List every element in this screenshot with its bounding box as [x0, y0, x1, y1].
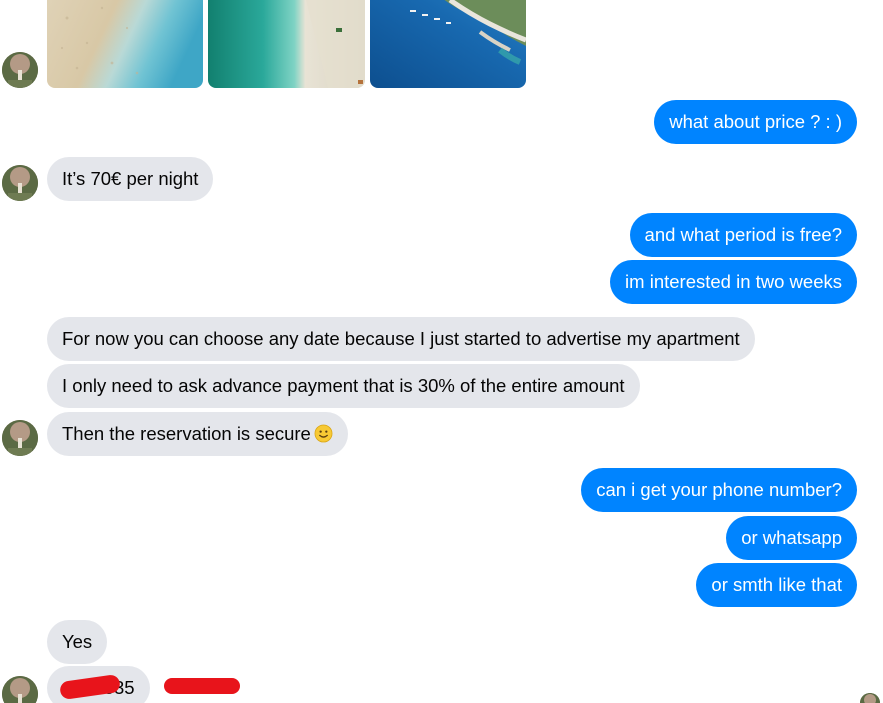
contact-avatar[interactable]	[2, 676, 38, 703]
outgoing-message[interactable]: im interested in two weeks	[610, 260, 857, 304]
outgoing-message[interactable]: and what period is free?	[629, 213, 857, 257]
incoming-message[interactable]: For now you can choose any date because …	[47, 317, 755, 361]
incoming-message[interactable]: Then the reservation is secure	[47, 412, 348, 456]
beach-sand-photo[interactable]	[47, 0, 203, 88]
incoming-message[interactable]: Yes	[47, 620, 108, 664]
redaction-mark	[164, 678, 240, 694]
seen-receipt-avatar	[860, 693, 880, 703]
incoming-message[interactable]: I only need to ask advance payment that …	[47, 364, 640, 408]
harbor-photo[interactable]	[370, 0, 526, 88]
beach-aerial-photo[interactable]	[208, 0, 365, 88]
outgoing-message[interactable]: what about price ? : )	[654, 100, 857, 144]
message-text: Then the reservation is secure	[62, 423, 311, 444]
chat-thread: what about price ? : ) It’s 70€ per nigh…	[0, 0, 883, 703]
outgoing-message[interactable]: or smth like that	[696, 563, 857, 607]
slightly-smiling-face-icon	[314, 424, 333, 443]
outgoing-message[interactable]: or whatsapp	[726, 516, 857, 560]
contact-avatar[interactable]	[2, 52, 38, 88]
contact-avatar[interactable]	[2, 165, 38, 201]
contact-avatar[interactable]	[2, 420, 38, 456]
incoming-message[interactable]: It’s 70€ per night	[47, 157, 214, 201]
outgoing-message[interactable]: can i get your phone number?	[581, 468, 857, 512]
